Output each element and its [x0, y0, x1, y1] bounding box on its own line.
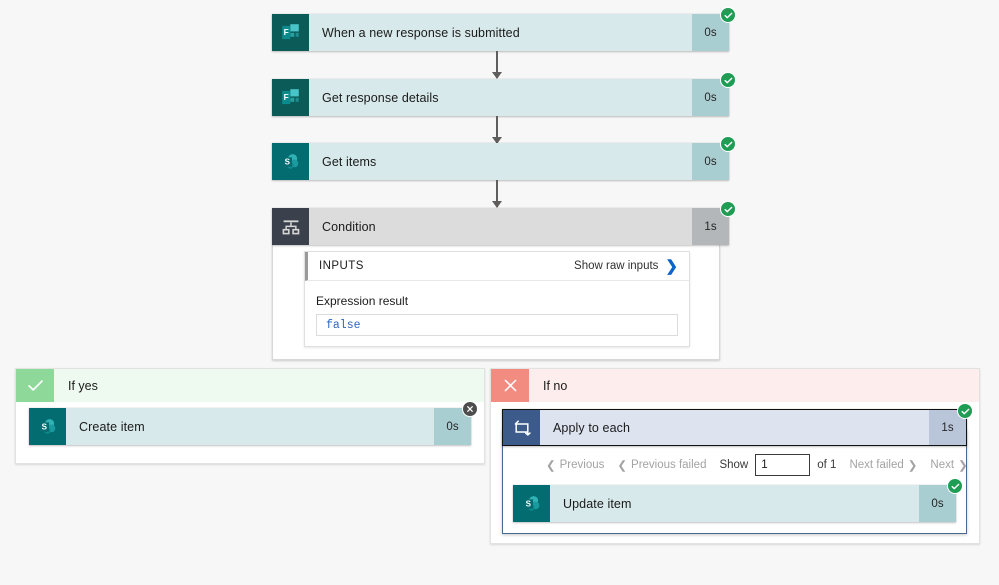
- svg-text:F: F: [284, 92, 289, 102]
- previous-label: Previous: [559, 459, 605, 471]
- branch-if-no-label: If no: [529, 369, 979, 402]
- next-failed-button[interactable]: Next failed ❯: [849, 458, 917, 472]
- microsoft-forms-icon: F: [272, 79, 309, 116]
- previous-failed-button[interactable]: ❮ Previous failed: [617, 458, 706, 472]
- of-total-label: of 1: [817, 459, 837, 471]
- apply-to-each-loop-icon: [503, 410, 540, 445]
- flow-step-when-a-new-response-is-submitted[interactable]: F When a new response is submitted 0s: [272, 7, 736, 51]
- connector-arrow-1: [492, 51, 502, 79]
- sharepoint-icon: S: [29, 408, 66, 445]
- sharepoint-icon: S: [272, 143, 309, 180]
- next-failed-label: Next failed: [849, 459, 904, 471]
- apply-to-each-pagination: ❮ Previous ❮ Previous failed Show of 1 N…: [546, 454, 968, 476]
- status-badge-succeeded: [947, 478, 963, 494]
- flow-step-create-item[interactable]: S Create item 0s: [29, 401, 478, 445]
- svg-text:S: S: [41, 422, 47, 431]
- inputs-label: INPUTS: [319, 260, 364, 272]
- flow-step-title: Update item: [550, 485, 919, 522]
- branch-if-yes: If yes S Create item 0s: [15, 368, 485, 464]
- svg-text:F: F: [284, 27, 289, 37]
- status-badge-succeeded: [720, 72, 736, 88]
- next-button[interactable]: Next ❯: [930, 458, 967, 472]
- condition-inputs-box: INPUTS Show raw inputs ❯ Expression resu…: [304, 251, 690, 347]
- svg-text:S: S: [525, 499, 531, 508]
- expression-result-label: Expression result: [316, 294, 409, 308]
- previous-button[interactable]: ❮ Previous: [546, 458, 604, 472]
- branch-if-yes-label: If yes: [54, 369, 484, 402]
- expression-result-value: false: [316, 314, 678, 336]
- condition-branch-icon: [272, 208, 309, 245]
- show-label: Show: [719, 459, 749, 471]
- flow-step-update-item[interactable]: S Update item 0s: [513, 478, 963, 522]
- status-badge-succeeded: [720, 201, 736, 217]
- flow-step-title: Apply to each: [540, 410, 929, 445]
- flow-step-title: Get response details: [309, 79, 692, 116]
- status-badge-skipped: [462, 401, 478, 417]
- sharepoint-icon: S: [513, 485, 550, 522]
- check-icon: [16, 369, 54, 402]
- previous-failed-label: Previous failed: [631, 459, 707, 471]
- page-number-input[interactable]: [755, 454, 811, 476]
- show-raw-inputs-label: Show raw inputs: [574, 260, 659, 272]
- chevron-right-icon: ❯: [665, 257, 678, 275]
- connector-arrow-3: [492, 180, 502, 208]
- branch-if-yes-header: If yes: [16, 369, 484, 402]
- show-raw-inputs-link[interactable]: Show raw inputs ❯: [574, 259, 678, 274]
- status-badge-succeeded: [720, 7, 736, 23]
- status-badge-succeeded: [957, 403, 973, 419]
- close-icon: [491, 369, 529, 402]
- branch-if-no: If no Apply to each 1s ❮ Previous ❮ Prev…: [490, 368, 980, 544]
- microsoft-forms-icon: F: [272, 14, 309, 51]
- chevron-left-icon: ❮: [546, 460, 556, 472]
- flow-step-title: Get items: [309, 143, 692, 180]
- branch-if-no-header: If no: [491, 369, 979, 402]
- chevron-left-icon: ❮: [617, 460, 628, 472]
- flow-run-canvas: F When a new response is submitted 0s F …: [0, 0, 999, 585]
- connector-arrow-2: [492, 116, 502, 144]
- flow-step-get-items[interactable]: S Get items 0s: [272, 136, 736, 180]
- status-badge-succeeded: [720, 136, 736, 152]
- svg-text:S: S: [284, 157, 290, 166]
- flow-step-title: Condition: [309, 208, 692, 245]
- inputs-header: INPUTS Show raw inputs ❯: [305, 252, 689, 281]
- flow-step-condition[interactable]: Condition 1s: [272, 201, 736, 245]
- flow-step-get-response-details[interactable]: F Get response details 0s: [272, 72, 736, 116]
- flow-step-title: When a new response is submitted: [309, 14, 692, 51]
- flow-step-title: Create item: [66, 408, 434, 445]
- next-label: Next: [930, 459, 955, 471]
- flow-step-apply-to-each[interactable]: Apply to each 1s: [502, 403, 973, 446]
- chevron-right-icon: ❯: [907, 460, 918, 472]
- chevron-right-icon: ❯: [958, 460, 968, 472]
